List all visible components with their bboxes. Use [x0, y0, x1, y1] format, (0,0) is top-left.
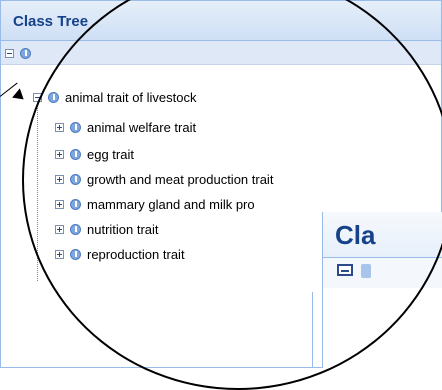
panel-title: Class Tree: [13, 13, 89, 30]
class-icon: [20, 47, 31, 59]
collapse-toggle-icon[interactable]: [5, 48, 14, 58]
top-root-node[interactable]: [5, 43, 37, 63]
